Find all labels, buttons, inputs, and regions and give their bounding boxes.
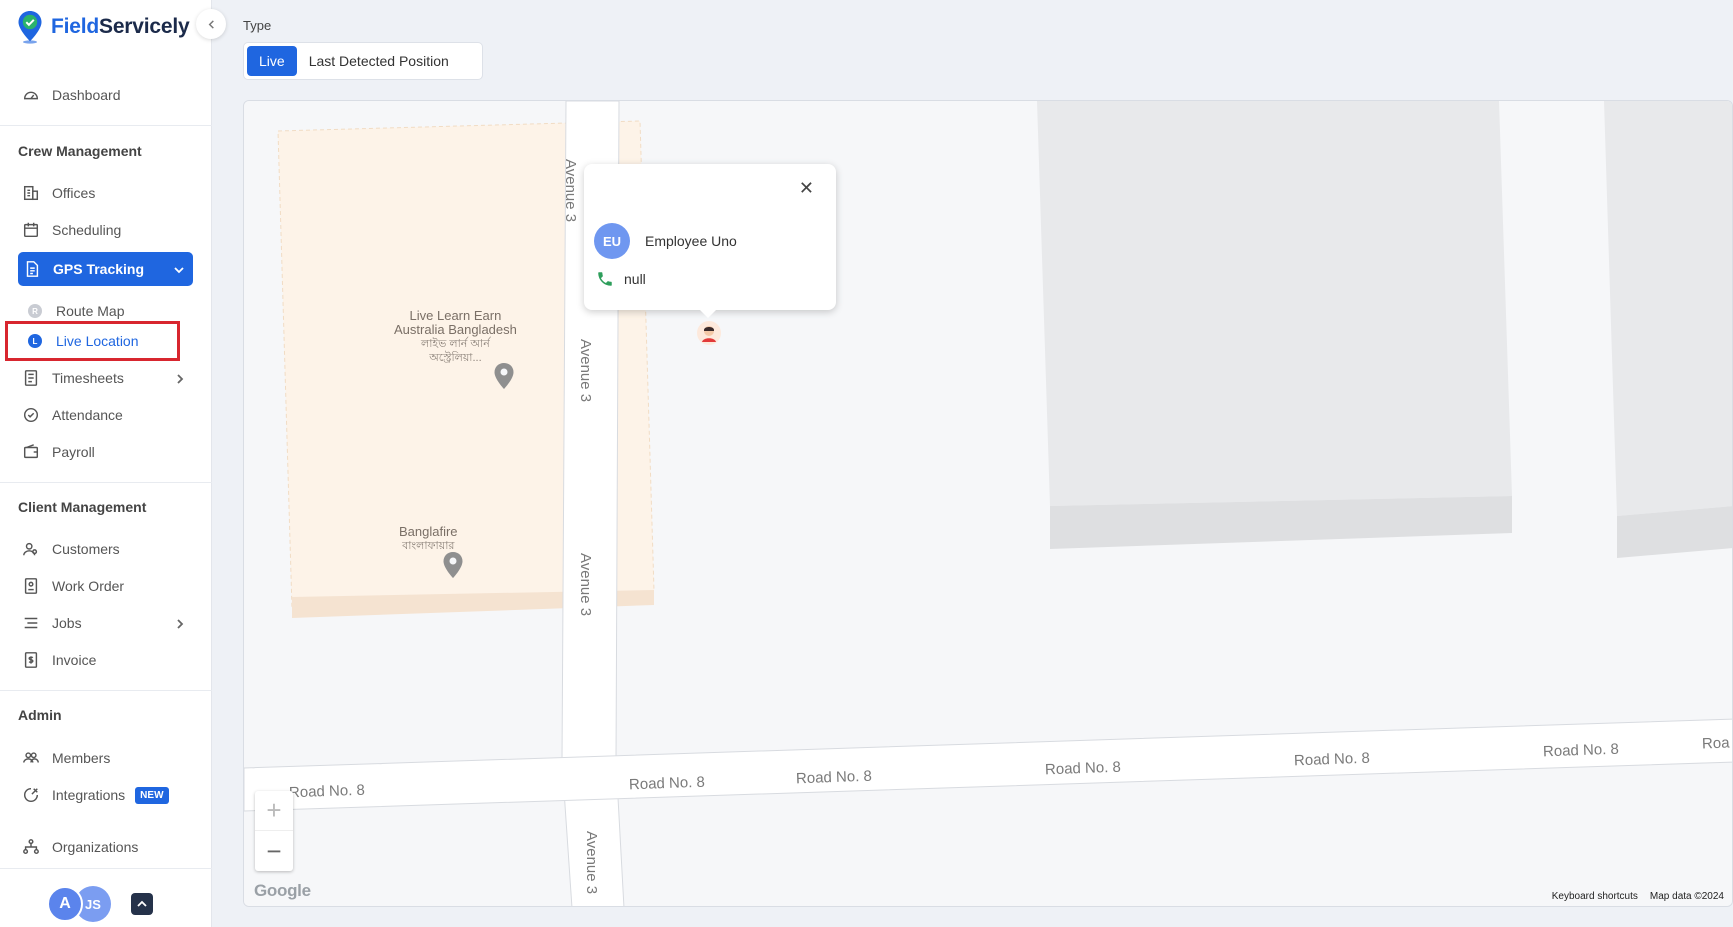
- sidebar-item-payroll[interactable]: Payroll: [22, 438, 95, 466]
- type-label: Type: [243, 18, 272, 33]
- sidebar-item-label: Payroll: [52, 444, 95, 460]
- work-order-icon: [22, 577, 40, 595]
- sidebar-item-attendance[interactable]: Attendance: [22, 401, 123, 429]
- sidebar-item-label: Jobs: [52, 615, 82, 631]
- location-pin-logo-icon: [18, 11, 42, 44]
- timesheet-icon: [22, 369, 40, 387]
- plug-icon: [22, 786, 40, 804]
- sidebar-item-label: Offices: [52, 185, 96, 201]
- chevron-right-icon: [174, 617, 186, 629]
- type-segmented-control: Live Last Detected Position: [243, 42, 483, 80]
- sidebar-item-offices[interactable]: Offices: [22, 179, 95, 207]
- sidebar-item-label: Invoice: [52, 652, 97, 668]
- type-option-last-detected[interactable]: Last Detected Position: [297, 46, 461, 76]
- street-label-road-3: Road No. 8: [1044, 758, 1122, 779]
- employee-avatar: EU: [594, 223, 630, 259]
- building-icon: [22, 184, 40, 202]
- map-footer: Keyboard shortcuts Map data ©2024: [1552, 891, 1732, 902]
- clock-check-icon: [22, 406, 40, 424]
- street-label-road-left: Road No. 8: [288, 781, 366, 802]
- close-icon[interactable]: ✕: [799, 178, 814, 199]
- sidebar-item-dashboard[interactable]: Dashboard: [22, 81, 121, 109]
- sidebar-item-customers[interactable]: Customers: [22, 535, 120, 563]
- sidebar-item-label: Organizations: [52, 839, 139, 855]
- sidebar-item-organizations[interactable]: Organizations: [22, 833, 138, 861]
- keyboard-shortcuts-link[interactable]: Keyboard shortcuts: [1552, 891, 1638, 902]
- sidebar-subitem-route-map[interactable]: R Route Map: [28, 303, 124, 319]
- street-label-road-1: Road No. 8: [628, 773, 706, 794]
- sidebar-item-label: Work Order: [52, 578, 125, 594]
- sidebar-item-label: Dashboard: [52, 87, 121, 103]
- dashboard-gauge-icon: [22, 86, 40, 104]
- client-management-heading: Client Management: [18, 499, 147, 515]
- map-view[interactable]: Avenue 3 Avenue 3 Avenue 3 Avenue 3 Road…: [243, 100, 1733, 907]
- members-icon: [22, 749, 40, 767]
- sidebar-item-label: Integrations: [52, 787, 126, 803]
- admin-heading: Admin: [18, 707, 62, 723]
- brand-logo[interactable]: FieldServicely: [17, 10, 190, 44]
- calendar-icon: [22, 221, 40, 239]
- document-icon: [23, 260, 41, 278]
- street-label-avenue-mid: Avenue 3: [577, 339, 594, 403]
- expand-up-button[interactable]: [131, 893, 153, 915]
- collapse-sidebar-button[interactable]: [196, 9, 226, 39]
- new-badge: NEW: [135, 786, 169, 804]
- poi-live-learn-earn[interactable]: Live Learn Earn Australia Bangladesh লাই…: [394, 309, 517, 365]
- map-data-attribution: Map data ©2024: [1649, 891, 1724, 902]
- street-label-avenue-low: Avenue 3: [577, 553, 594, 617]
- poi-banglafire[interactable]: Banglafire বাংলাফায়ার: [399, 525, 458, 553]
- sidebar-item-work-order[interactable]: Work Order: [22, 572, 124, 600]
- list-icon: [22, 614, 40, 632]
- map-base-layer: [244, 101, 1732, 906]
- user-avatar-a[interactable]: A: [47, 886, 83, 922]
- sidebar-item-label: Attendance: [52, 407, 123, 423]
- map-pin-icon[interactable]: [442, 551, 464, 579]
- sidebar-item-members[interactable]: Members: [22, 744, 110, 772]
- street-label-avenue-bottom: Avenue 3: [583, 831, 600, 895]
- employee-location-marker-icon[interactable]: [696, 320, 722, 350]
- invoice-dollar-icon: [22, 651, 40, 669]
- street-label-road-2: Road No. 8: [795, 767, 873, 788]
- sidebar-item-label: Route Map: [56, 303, 125, 319]
- map-pin-icon[interactable]: [493, 362, 515, 390]
- sidebar-item-scheduling[interactable]: Scheduling: [22, 216, 121, 244]
- wallet-icon: [22, 443, 40, 461]
- phone-icon: [598, 272, 612, 286]
- street-label-road-5: Road No. 8: [1542, 740, 1620, 761]
- sidebar-item-invoice[interactable]: Invoice: [22, 646, 96, 674]
- zoom-controls: + −: [255, 791, 293, 871]
- chevron-down-icon: [173, 263, 185, 275]
- zoom-out-button[interactable]: −: [255, 831, 293, 871]
- employee-info-popup: ✕ EU Employee Uno null: [584, 164, 836, 318]
- sidebar: FieldServicely Dashboard Crew Management…: [0, 0, 212, 927]
- sidebar-item-label: Timesheets: [52, 370, 124, 386]
- type-option-live[interactable]: Live: [247, 46, 297, 76]
- sidebar-item-label: Scheduling: [52, 222, 122, 238]
- street-label-road-cut: Roa: [1701, 734, 1730, 753]
- chevron-right-icon: [174, 372, 186, 384]
- org-chart-icon: [22, 838, 40, 856]
- live-location-highlight: [5, 321, 180, 361]
- street-label-road-4: Road No. 8: [1293, 749, 1371, 770]
- brand-name: FieldServicely: [51, 15, 190, 38]
- chevron-left-icon: [208, 19, 214, 29]
- crew-management-heading: Crew Management: [18, 143, 142, 159]
- employee-name: Employee Uno: [645, 233, 737, 249]
- sidebar-item-label: GPS Tracking: [53, 261, 145, 277]
- sidebar-item-integrations[interactable]: Integrations NEW: [22, 781, 169, 809]
- sidebar-item-jobs[interactable]: Jobs: [22, 609, 82, 637]
- street-label-avenue-top: Avenue 3: [562, 159, 579, 223]
- route-map-dot-icon: R: [28, 304, 42, 318]
- sidebar-item-timesheets[interactable]: Timesheets: [22, 364, 124, 392]
- chevron-up-icon: [137, 900, 147, 907]
- users-icon: [22, 540, 40, 558]
- sidebar-item-label: Customers: [52, 541, 120, 557]
- employee-phone: null: [624, 271, 646, 287]
- sidebar-item-label: Members: [52, 750, 111, 766]
- google-logo[interactable]: Google: [254, 881, 311, 901]
- zoom-in-button[interactable]: +: [255, 791, 293, 831]
- sidebar-item-gps-tracking[interactable]: GPS Tracking: [18, 252, 193, 286]
